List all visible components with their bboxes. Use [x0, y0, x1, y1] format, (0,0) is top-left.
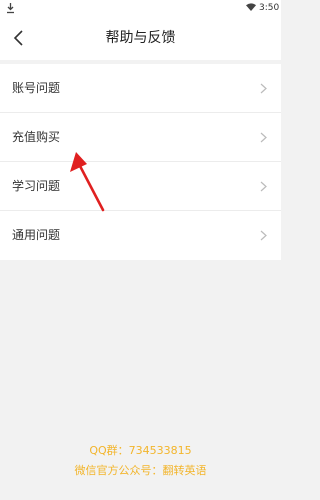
menu-item-label: 学习问题: [12, 179, 61, 193]
download-icon: [7, 3, 14, 14]
menu-item-account[interactable]: 账号问题: [0, 64, 281, 113]
wechat-account-text: 微信官方公众号：翻转英语: [74, 464, 207, 477]
help-menu-list: 账号问题 充值购买 学习问题 通用问题: [0, 64, 281, 260]
chevron-right-icon: [260, 83, 267, 94]
status-time: 3:50: [259, 3, 280, 13]
qq-group-text: QQ群：734533815: [89, 444, 192, 457]
menu-item-learning[interactable]: 学习问题: [0, 162, 281, 211]
chevron-right-icon: [260, 132, 267, 143]
help-feedback-screen: 3:50 帮助与反馈 账号问题 充值购买 学习问题 通用问题 QQ群：73453…: [0, 0, 281, 500]
wifi-icon: [246, 3, 256, 11]
menu-item-recharge[interactable]: 充值购买: [0, 113, 281, 162]
chevron-right-icon: [260, 181, 267, 192]
menu-item-label: 通用问题: [12, 228, 61, 242]
page-title: 帮助与反馈: [105, 30, 176, 46]
menu-item-general[interactable]: 通用问题: [0, 211, 281, 260]
menu-item-label: 账号问题: [12, 81, 61, 95]
chevron-right-icon: [260, 230, 267, 241]
menu-item-label: 充值购买: [12, 130, 61, 144]
app-header: 帮助与反馈: [0, 16, 281, 60]
status-bar: 3:50: [0, 0, 281, 16]
